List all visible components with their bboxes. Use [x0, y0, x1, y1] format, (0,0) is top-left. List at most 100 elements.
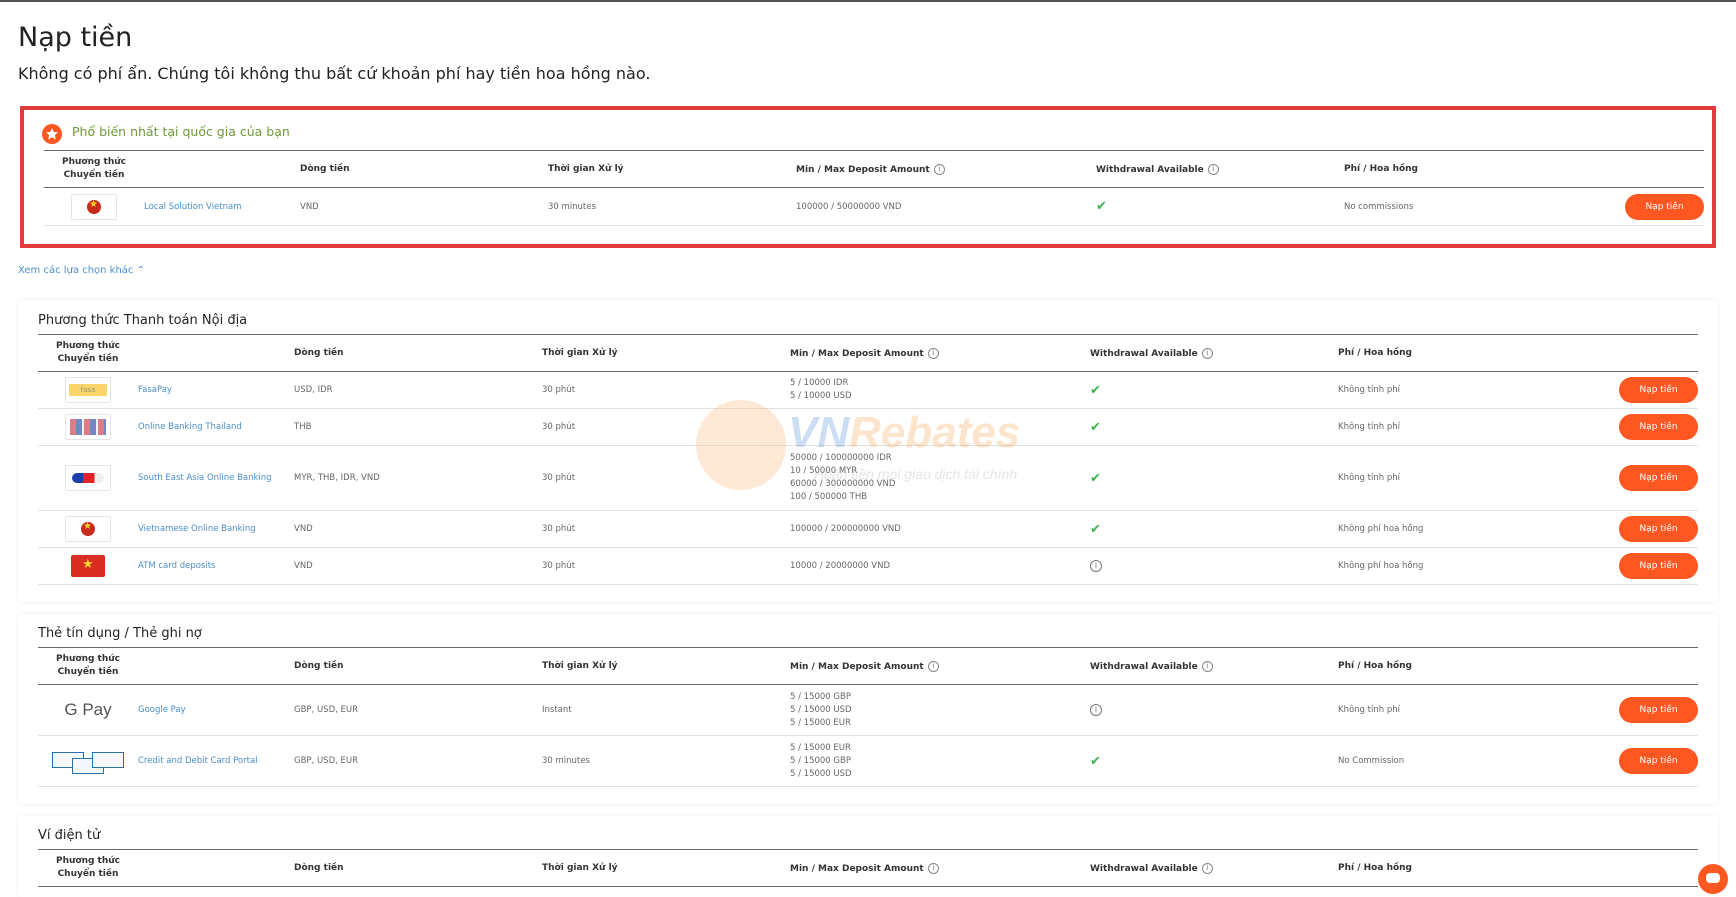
- info-icon[interactable]: i: [927, 347, 939, 359]
- info-icon[interactable]: i: [1090, 704, 1102, 716]
- table-row: Local Solution Vietnam VND 30 minutes 10…: [44, 187, 1704, 226]
- atm-card-icon: [71, 555, 105, 577]
- logo-cell: [38, 445, 138, 511]
- fee-cell: Không tính phí: [1338, 408, 1558, 446]
- check-icon: ✔: [1090, 382, 1101, 398]
- deposit-button[interactable]: Nạp tiền: [1625, 193, 1704, 220]
- table-row: Vietnamese Online Banking VND 30 phút 10…: [38, 510, 1698, 548]
- col-minmax-label: Min / Max Deposit Amount: [790, 863, 924, 874]
- star-icon: [42, 124, 62, 144]
- ewallet-section: Ví điện tử Phương thức Chuyển tiền Dòng …: [18, 816, 1718, 897]
- amount-line: 5 / 15000 GBP: [790, 755, 851, 766]
- fasapay-logo-icon: fasa: [65, 377, 111, 403]
- fee-cell: No Commission: [1338, 735, 1558, 787]
- col-minmax: Min / Max Deposit Amount i: [790, 334, 1090, 372]
- amount-line: 50000 / 100000000 IDR: [790, 453, 892, 463]
- withdrawal-cell: i: [1090, 684, 1338, 736]
- deposit-button[interactable]: Nạp tiền: [1619, 553, 1698, 579]
- page-title: Nạp tiền: [18, 22, 133, 53]
- currency-cell: VND: [294, 510, 542, 548]
- deposit-button[interactable]: Nạp tiền: [1619, 377, 1698, 403]
- domestic-table: Phương thức Chuyển tiền Dòng tiền Thời g…: [38, 334, 1698, 585]
- info-icon[interactable]: i: [927, 862, 939, 874]
- amount-line: 5 / 10000 IDR: [790, 378, 849, 388]
- method-name[interactable]: Local Solution Vietnam: [144, 187, 300, 226]
- deposit-button[interactable]: Nạp tiền: [1619, 697, 1698, 723]
- withdrawal-cell: ✔: [1096, 187, 1344, 226]
- time-cell: 30 phút: [542, 510, 790, 548]
- withdrawal-cell: i: [1090, 547, 1338, 585]
- check-icon: ✔: [1090, 521, 1101, 537]
- table-row: ATM card deposits VND 30 phút 10000 / 20…: [38, 547, 1698, 585]
- deposit-button[interactable]: Nạp tiền: [1619, 748, 1698, 774]
- col-fee: Phí / Hoa hồng: [1344, 150, 1564, 188]
- method-name[interactable]: Credit and Debit Card Portal: [138, 735, 294, 787]
- deposit-button[interactable]: Nạp tiền: [1619, 414, 1698, 440]
- action-cell: Nạp tiền: [1558, 510, 1698, 548]
- col-method: Phương thức Chuyển tiền: [38, 849, 138, 887]
- method-name[interactable]: Google Pay: [138, 684, 294, 736]
- amount-line: 5 / 15000 GBP: [790, 691, 851, 702]
- withdrawal-cell: ✔: [1090, 408, 1338, 446]
- info-icon[interactable]: i: [1201, 862, 1213, 874]
- deposit-button[interactable]: Nạp tiền: [1619, 516, 1698, 542]
- col-withdrawal-label: Withdrawal Available: [1090, 863, 1198, 874]
- more-options-label: Xem các lựa chọn khác: [18, 265, 134, 276]
- method-name[interactable]: ATM card deposits: [138, 547, 294, 585]
- col-method: Phương thức Chuyển tiền: [38, 334, 138, 372]
- action-cell: Nạp tiền: [1558, 547, 1698, 585]
- check-icon: ✔: [1090, 470, 1101, 486]
- time-cell: 30 phút: [542, 408, 790, 446]
- info-icon[interactable]: i: [1201, 660, 1213, 672]
- col-withdrawal: Withdrawal Available i: [1090, 849, 1338, 887]
- method-name[interactable]: Online Banking Thailand: [138, 408, 294, 446]
- col-time: Thời gian Xử lý: [542, 647, 790, 685]
- info-icon[interactable]: i: [933, 163, 945, 175]
- currency-cell: MYR, THB, IDR, VND: [294, 445, 542, 511]
- currency-cell: GBP, USD, EUR: [294, 684, 542, 736]
- amount-cell: 100000 / 50000000 VND: [796, 187, 1096, 226]
- cards-table: Phương thức Chuyển tiền Dòng tiền Thời g…: [38, 647, 1698, 787]
- info-icon[interactable]: i: [927, 660, 939, 672]
- method-name[interactable]: Vietnamese Online Banking: [138, 510, 294, 548]
- amount-line: 5 / 15000 USD: [790, 768, 852, 779]
- col-minmax-label: Min / Max Deposit Amount: [790, 348, 924, 359]
- withdrawal-cell: ✔: [1090, 735, 1338, 787]
- fee-cell: Không phí hoa hồng: [1338, 547, 1558, 585]
- col-withdrawal-label: Withdrawal Available: [1090, 661, 1198, 672]
- vietnam-flag-icon: [65, 516, 111, 542]
- currency-cell: GBP, USD, EUR: [294, 735, 542, 787]
- col-action: [1558, 647, 1698, 685]
- amount-cell: [790, 408, 1090, 446]
- method-name[interactable]: South East Asia Online Banking: [138, 445, 294, 511]
- withdrawal-cell: ✔: [1090, 510, 1338, 548]
- col-spacer: [138, 334, 294, 372]
- popular-title: Phổ biến nhất tại quốc gia của bạn: [72, 124, 290, 139]
- info-icon[interactable]: i: [1201, 347, 1213, 359]
- col-currency: Dòng tiền: [300, 150, 548, 188]
- deposit-button[interactable]: Nạp tiền: [1619, 465, 1698, 491]
- fee-cell: Không tính phí: [1338, 445, 1558, 511]
- amount-line: 5 / 15000 EUR: [790, 717, 851, 728]
- amount-line: 5 / 15000 EUR: [790, 742, 851, 753]
- info-icon[interactable]: i: [1207, 163, 1219, 175]
- credit-cards-logo-icon: [50, 750, 126, 774]
- amount-line: 100 / 500000 THB: [790, 492, 868, 502]
- info-icon[interactable]: i: [1090, 560, 1102, 572]
- logo-cell: [38, 547, 138, 585]
- amount-cell: 10000 / 20000000 VND: [790, 547, 1090, 585]
- col-action: [1558, 334, 1698, 372]
- popular-table: Phương thức Chuyển tiền Dòng tiền Thời g…: [44, 150, 1704, 226]
- col-currency: Dòng tiền: [294, 647, 542, 685]
- chat-bubble-icon[interactable]: [1698, 864, 1728, 894]
- action-cell: Nạp tiền: [1558, 371, 1698, 409]
- more-options-link[interactable]: Xem các lựa chọn khác ⌃: [18, 265, 145, 276]
- col-fee: Phí / Hoa hồng: [1338, 647, 1558, 685]
- amount-line: 60000 / 300000000 VND: [790, 479, 896, 489]
- action-cell: Nạp tiền: [1558, 408, 1698, 446]
- popular-section: Phổ biến nhất tại quốc gia của bạn Phươn…: [20, 106, 1716, 248]
- method-name[interactable]: FasaPay: [138, 371, 294, 409]
- action-cell: Nạp tiền: [1564, 187, 1704, 226]
- col-spacer: [138, 647, 294, 685]
- col-time: Thời gian Xử lý: [542, 849, 790, 887]
